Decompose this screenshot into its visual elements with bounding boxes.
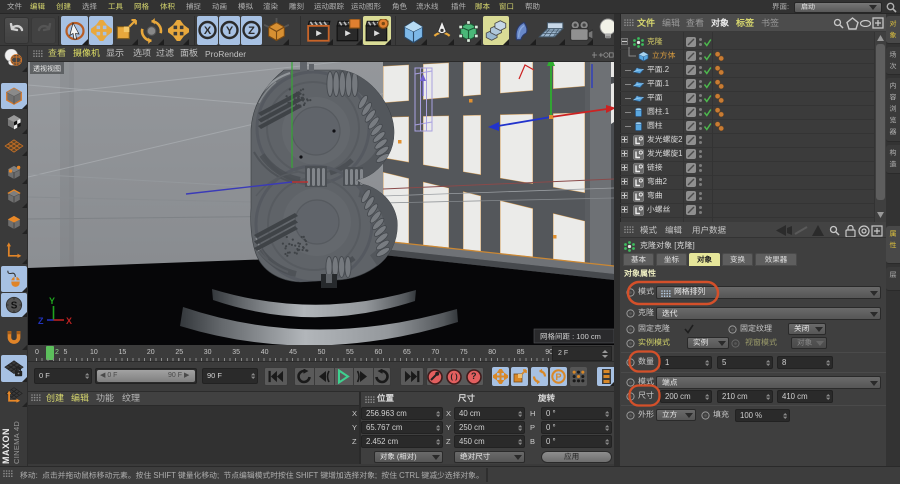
svg-text:S: S — [11, 301, 18, 312]
svg-text:Z: Z — [38, 316, 44, 326]
svg-text:Y: Y — [49, 296, 55, 306]
svg-text:X: X — [204, 25, 212, 37]
svg-text:Z: Z — [248, 25, 255, 37]
svg-text:网格间距 : 100 cm: 网格间距 : 100 cm — [540, 331, 601, 342]
svg-text:Y: Y — [226, 25, 234, 37]
svg-text:透视视图: 透视视图 — [33, 64, 61, 74]
svg-text:P: P — [555, 372, 561, 382]
svg-text:X: X — [66, 316, 72, 326]
